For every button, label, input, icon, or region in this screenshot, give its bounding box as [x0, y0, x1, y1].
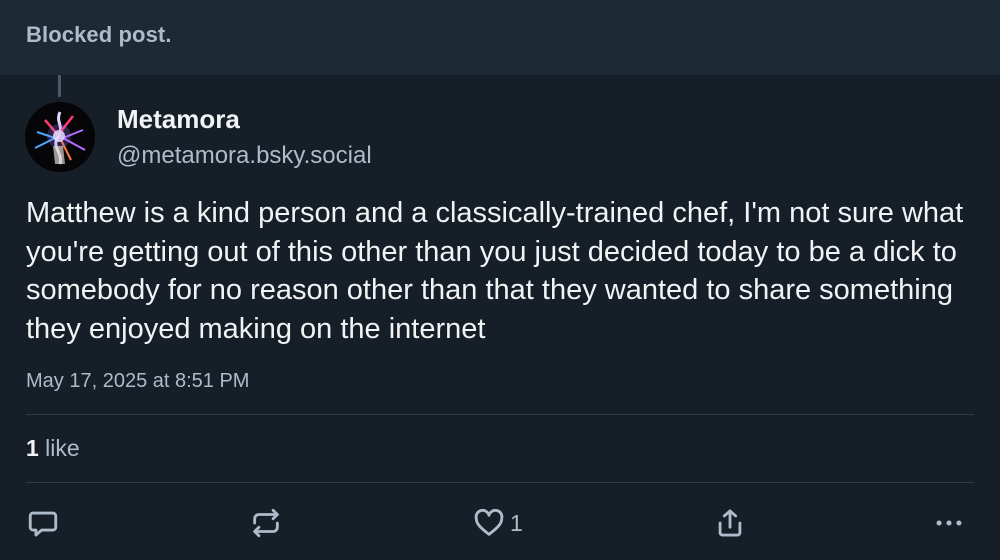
more-options-button[interactable] [932, 506, 966, 540]
thread-connector-line [58, 75, 61, 97]
speech-bubble-icon [28, 511, 58, 537]
likes-count: 1 [26, 435, 39, 461]
ellipsis-icon [936, 520, 962, 526]
author-handle[interactable]: @metamora.bsky.social [117, 142, 372, 170]
divider [26, 482, 974, 483]
repost-arrows-icon [253, 508, 279, 538]
blocked-post-notice: Blocked post. [0, 0, 1000, 75]
heart-icon [474, 508, 504, 536]
post-body-text: Matthew is a kind person and a classical… [26, 197, 972, 345]
avatar-image [25, 102, 95, 172]
reply-button[interactable] [26, 506, 60, 540]
post-timestamp: May 17, 2025 at 8:51 PM [26, 370, 250, 392]
share-button[interactable] [713, 506, 747, 540]
blocked-post-label: Blocked post. [26, 22, 172, 47]
share-upload-icon [718, 509, 742, 537]
likes-label: like [38, 435, 80, 461]
author-display-name[interactable]: Metamora [117, 104, 240, 135]
repost-button[interactable] [249, 506, 283, 540]
avatar[interactable] [25, 102, 95, 172]
divider [26, 414, 974, 415]
like-button[interactable]: 1 [472, 506, 523, 540]
like-count: 1 [510, 509, 523, 536]
likes-summary[interactable]: 1 like [26, 435, 80, 462]
